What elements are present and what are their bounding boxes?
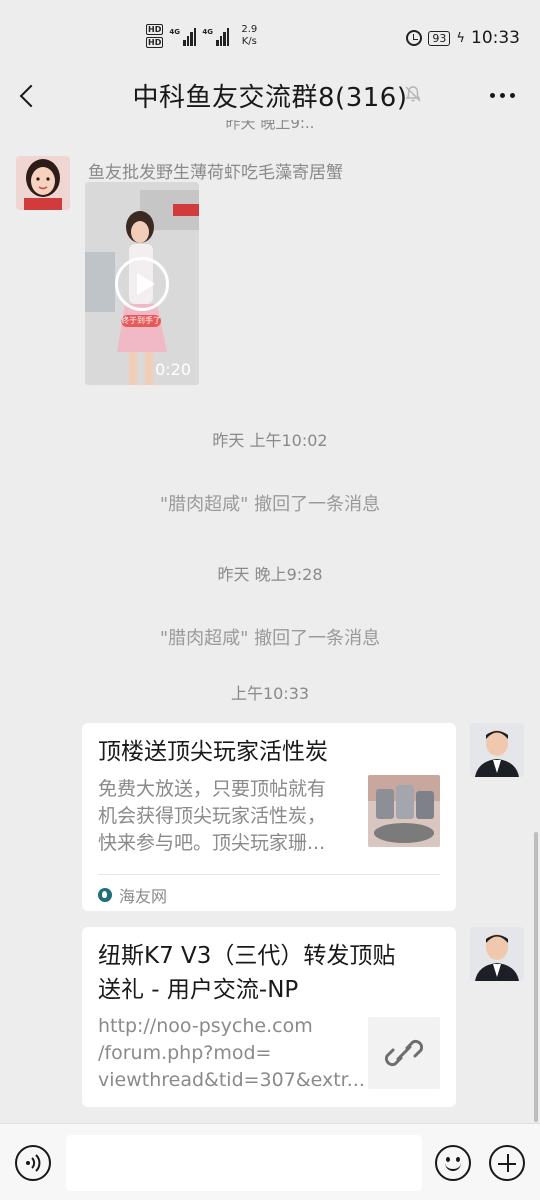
source-logo-icon xyxy=(98,888,112,902)
hd-badge-1: HD xyxy=(146,24,164,35)
input-bar xyxy=(0,1123,540,1200)
sender-name: 鱼友批发野生薄荷虾吃毛藻寄居蟹 xyxy=(88,163,343,183)
card-desc-line: 机会获得顶尖玩家活性炭， xyxy=(98,805,327,827)
speed-unit: K/s xyxy=(241,36,257,47)
time-label: 上午10:33 xyxy=(230,684,310,703)
status-bar: HD HD 4G 4G 2.9 K/s 93 ϟ 10:33 xyxy=(0,0,540,70)
avatar[interactable] xyxy=(470,927,524,981)
avatar-man-image xyxy=(470,723,524,777)
card-divider xyxy=(98,874,440,875)
status-left: HD HD 4G 4G 2.9 K/s xyxy=(146,24,257,48)
battery-icon: 93 xyxy=(428,30,451,46)
more-icon[interactable] xyxy=(484,78,520,112)
avatar[interactable] xyxy=(16,156,70,210)
avatar-girl-image xyxy=(16,156,70,210)
avatar-man-image xyxy=(470,927,524,981)
link-thumbnail xyxy=(368,1017,440,1089)
clock: 10:33 xyxy=(471,28,520,48)
time-label: 昨天 晚上9:28 xyxy=(217,565,323,584)
card-url-line: http://noo-psyche.com xyxy=(98,1015,313,1037)
card-url-line: viewthread&tid=307&extr... xyxy=(98,1069,365,1091)
card-description: 免费大放送，只要顶帖就有 机会获得顶尖玩家活性炭， 快来参与吧。顶尖玩家珊... xyxy=(98,776,360,857)
card-source-name: 海友网 xyxy=(119,887,168,906)
card-url: http://noo-psyche.com /forum.php?mod= vi… xyxy=(98,1013,365,1094)
card-desc-line: 免费大放送，只要顶帖就有 xyxy=(98,778,327,800)
card-title-line: 纽斯K7 V3（三代）转发顶贴 xyxy=(98,943,396,969)
plus-icon[interactable] xyxy=(489,1145,525,1181)
share-card[interactable]: 顶楼送顶尖玩家活性炭 免费大放送，只要顶帖就有 机会获得顶尖玩家活性炭， 快来参… xyxy=(82,723,456,911)
network-speed: 2.9 K/s xyxy=(241,24,257,48)
recall-notice: "腊肉超咸" 撤回了一条消息 xyxy=(159,494,381,515)
avatar[interactable] xyxy=(470,723,524,777)
emoji-icon[interactable] xyxy=(435,1145,471,1181)
card-source: 海友网 xyxy=(98,883,167,907)
card-title-line: 送礼 - 用户交流-NP xyxy=(98,977,299,1003)
hd-badge-2: HD xyxy=(146,37,164,48)
time-label: 昨天 上午10:02 xyxy=(212,431,328,450)
speed-value: 2.9 xyxy=(241,24,258,35)
charging-icon: ϟ xyxy=(456,30,465,46)
alarm-icon xyxy=(406,30,423,46)
play-icon[interactable] xyxy=(115,257,169,311)
video-duration: 0:20 xyxy=(155,360,191,379)
message-input[interactable] xyxy=(66,1135,422,1191)
card-title: 纽斯K7 V3（三代）转发顶贴 送礼 - 用户交流-NP xyxy=(98,939,395,1007)
card-desc-line: 快来参与吧。顶尖玩家珊... xyxy=(98,832,326,854)
network-type-1: 4G xyxy=(169,28,180,36)
chat-area[interactable]: 昨天 晚上9:.. 鱼友批发野生薄荷虾吃毛藻寄居蟹 终于到手了 0:20 昨天 … xyxy=(0,120,540,1123)
scrollbar[interactable] xyxy=(534,832,538,1122)
card-url-line: /forum.php?mod= xyxy=(98,1042,272,1064)
card-title: 顶楼送顶尖玩家活性炭 xyxy=(98,739,328,765)
mute-icon xyxy=(405,86,421,102)
partial-time-label: 昨天 晚上9:.. xyxy=(225,120,315,132)
link-icon xyxy=(384,1039,424,1067)
signal-icon: 4G xyxy=(169,26,197,46)
status-right: 93 ϟ 10:33 xyxy=(406,28,520,48)
chat-header: 中科鱼友交流群8(316) xyxy=(0,70,540,120)
hd-indicators: HD HD xyxy=(146,24,164,48)
recall-notice: "腊肉超咸" 撤回了一条消息 xyxy=(159,628,381,649)
signal-icon-2: 4G xyxy=(202,26,230,46)
voice-icon[interactable] xyxy=(15,1145,51,1181)
page-title: 中科鱼友交流群8(316) xyxy=(132,83,408,113)
network-type-2: 4G xyxy=(202,28,213,36)
video-overlay-text: 终于到手了 xyxy=(121,316,161,325)
link-card[interactable]: 纽斯K7 V3（三代）转发顶贴 送礼 - 用户交流-NP http://noo-… xyxy=(82,927,456,1107)
video-message[interactable]: 终于到手了 0:20 xyxy=(85,182,199,385)
card-thumbnail xyxy=(368,775,440,847)
